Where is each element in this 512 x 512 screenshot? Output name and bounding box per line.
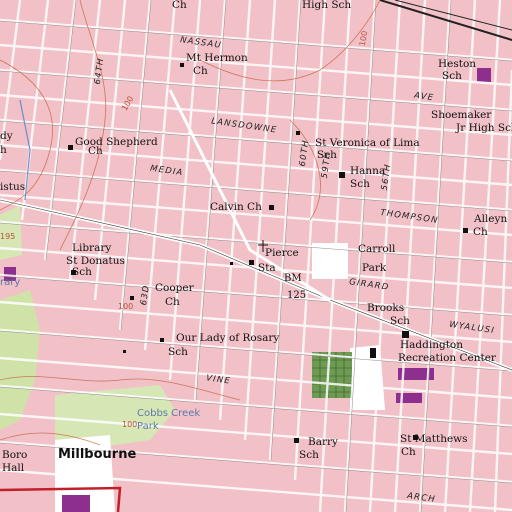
map-label: Sch [72, 266, 92, 278]
map-label: Carroll [358, 243, 396, 255]
park-label: Park [137, 421, 159, 432]
map-label: Sch [350, 178, 370, 190]
map-label: Library [72, 242, 112, 254]
map-label: istus [0, 181, 26, 193]
map-label: Brooks [367, 302, 405, 314]
map-label: Ch [165, 296, 180, 308]
map-label: Ch [473, 226, 488, 238]
map-label: Barry [308, 436, 338, 448]
recreation-field [312, 352, 352, 398]
map-label: High Sch [302, 0, 352, 11]
map-label: Haddington [400, 339, 464, 351]
map-label: Recreation Center [398, 352, 496, 364]
topographic-map[interactable]: Ch High Sch Mt Hermon Ch Heston Sch Shoe… [0, 0, 512, 512]
map-label: Mt Hermon [186, 52, 248, 64]
map-label: Pierce [265, 247, 299, 259]
map-label: Boro [2, 449, 28, 461]
map-label: Ch [401, 446, 416, 458]
map-label: Jr High Sch [456, 122, 512, 134]
map-label: Ch [193, 65, 208, 77]
benchmark-label: BM [284, 273, 302, 284]
map-label: Shoemaker [431, 109, 492, 121]
map-label: Ch [88, 145, 103, 157]
map-label: Alleyn [474, 213, 508, 225]
contour-label: 100 [122, 420, 138, 429]
town-label-millbourne: Millbourne [58, 447, 137, 462]
contour-label: 100 [118, 302, 134, 311]
map-label: dy [0, 130, 13, 142]
map-label: St Veronica of Lima [315, 137, 420, 149]
map-label: Park [362, 262, 387, 274]
map-label: Cooper [155, 282, 194, 294]
map-label: Ch [172, 0, 187, 11]
map-label: Calvin Ch [210, 201, 262, 213]
map-label: Hall [2, 462, 25, 474]
map-label: h [0, 144, 7, 156]
park-label: Cobbs Creek [137, 408, 201, 419]
map-label: Hanna [350, 165, 386, 177]
contour-label: 195 [0, 232, 16, 241]
map-label: St Matthews [400, 433, 468, 445]
map-label: Sch [442, 70, 462, 82]
map-label: Sta [258, 262, 276, 274]
map-label: Our Lady of Rosary [176, 332, 280, 344]
benchmark-value: 125 [287, 290, 307, 301]
map-label: Sch [168, 346, 188, 358]
map-label: Sch [390, 315, 410, 327]
park-label: rary [0, 277, 21, 288]
map-label: Heston [438, 58, 477, 70]
map-label: Sch [299, 449, 319, 461]
